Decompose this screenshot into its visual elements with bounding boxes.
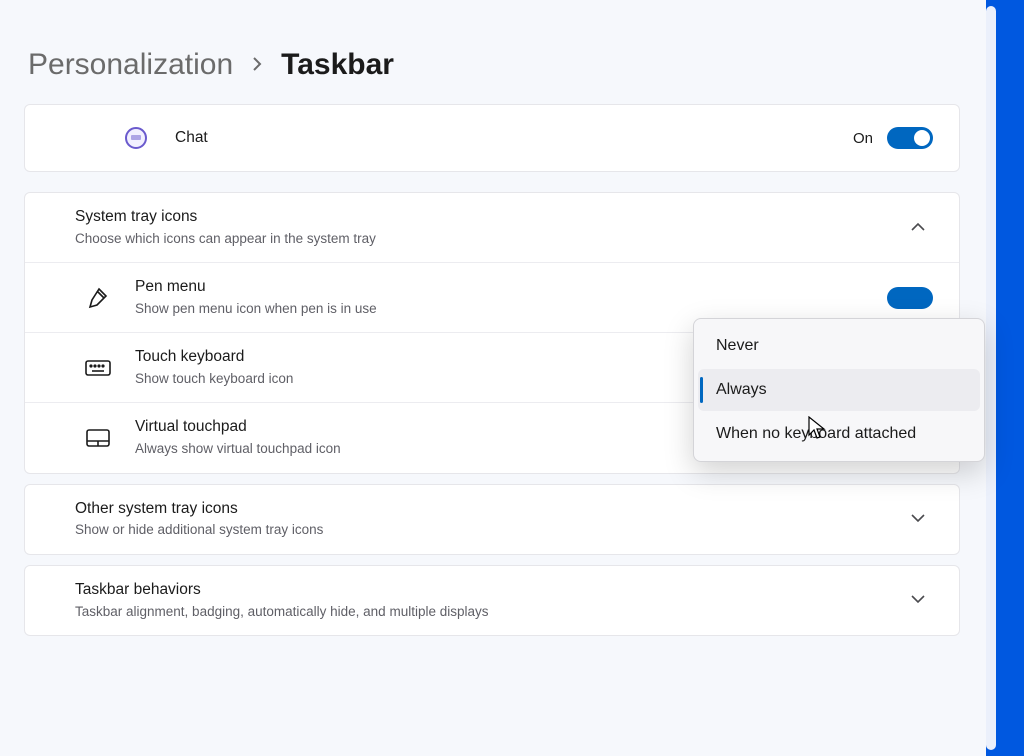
pen-title: Pen menu — [135, 277, 887, 298]
system-tray-header[interactable]: System tray icons Choose which icons can… — [25, 193, 959, 262]
card-other-tray[interactable]: Other system tray icons Show or hide add… — [24, 484, 960, 555]
card-taskbar-behaviors[interactable]: Taskbar behaviors Taskbar alignment, bad… — [24, 565, 960, 636]
touch-keyboard-dropdown: Never Always When no keyboard attached — [693, 318, 985, 462]
dropdown-option-always[interactable]: Always — [698, 369, 980, 411]
behaviors-title: Taskbar behaviors — [75, 580, 903, 601]
breadcrumb-parent[interactable]: Personalization — [28, 48, 233, 82]
system-tray-desc: Choose which icons can appear in the sys… — [75, 230, 903, 248]
chat-state-label: On — [853, 130, 873, 147]
pen-icon — [85, 286, 135, 310]
window-edge — [986, 0, 1024, 756]
chat-toggle[interactable] — [887, 127, 933, 149]
chevron-up-icon — [903, 219, 933, 237]
other-tray-desc: Show or hide additional system tray icon… — [75, 521, 903, 539]
chevron-down-icon — [903, 591, 933, 609]
breadcrumb-current: Taskbar — [281, 48, 394, 82]
dropdown-option-never[interactable]: Never — [694, 325, 984, 367]
chevron-right-icon — [251, 55, 263, 76]
card-chat: Chat On — [24, 104, 960, 172]
behaviors-desc: Taskbar alignment, badging, automaticall… — [75, 603, 903, 621]
pen-toggle[interactable] — [887, 287, 933, 309]
chat-title: Chat — [175, 128, 853, 149]
dropdown-option-when-no-keyboard[interactable]: When no keyboard attached — [694, 413, 984, 455]
setting-row-chat: Chat On — [25, 105, 959, 171]
mouse-cursor-icon — [808, 416, 826, 445]
chevron-down-icon — [903, 510, 933, 528]
keyboard-icon — [85, 358, 135, 378]
pen-desc: Show pen menu icon when pen is in use — [135, 300, 887, 318]
other-tray-title: Other system tray icons — [75, 499, 903, 520]
chat-icon — [125, 127, 175, 149]
breadcrumb: Personalization Taskbar — [24, 48, 960, 82]
system-tray-title: System tray icons — [75, 207, 903, 228]
touchpad-icon — [85, 428, 135, 448]
